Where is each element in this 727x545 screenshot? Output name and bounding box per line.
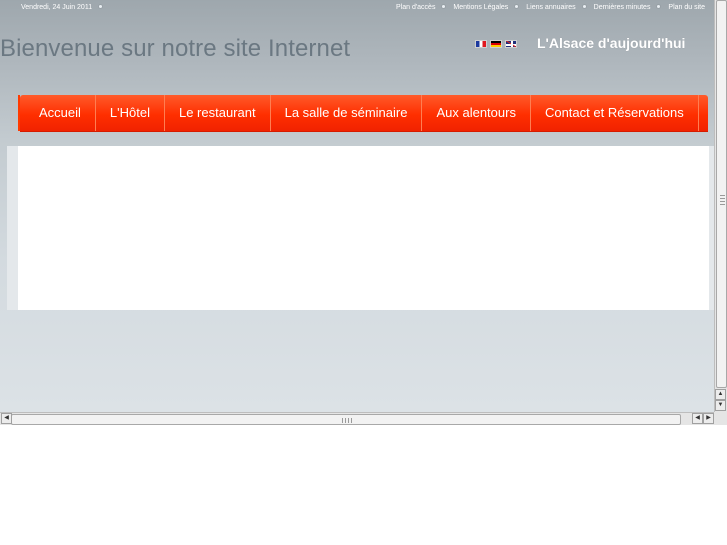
vertical-scrollbar[interactable]	[714, 0, 727, 412]
nav-item-hotel[interactable]: L'Hôtel	[96, 95, 165, 131]
nav-item-salle-seminaire[interactable]: La salle de séminaire	[271, 95, 423, 131]
blank-area	[0, 425, 727, 545]
site-tagline: L'Alsace d'aujourd'hui	[537, 35, 686, 51]
nav-item-accueil[interactable]: Accueil	[25, 95, 96, 131]
top-links: Plan d'accès Mentions Légales Liens annu…	[396, 4, 705, 11]
nav-item-contact[interactable]: Contact et Réservations	[531, 95, 699, 131]
flag-uk-icon[interactable]	[505, 40, 517, 48]
link-plan-du-site[interactable]: Plan du site	[668, 4, 705, 11]
language-selector	[475, 40, 520, 50]
horizontal-scroll-thumb[interactable]	[11, 414, 681, 425]
bullet-icon	[442, 5, 446, 9]
date-display: Vendredi, 24 Juin 2011	[21, 4, 108, 11]
bullet-icon	[657, 5, 661, 9]
flag-de-icon[interactable]	[490, 40, 502, 48]
link-mentions-legales[interactable]: Mentions Légales	[453, 4, 508, 11]
scrollbar-corner	[714, 412, 727, 425]
flag-fr-icon[interactable]	[475, 40, 487, 48]
scroll-left-button[interactable]: ◀	[1, 413, 12, 424]
scroll-left-button-2[interactable]: ◀	[692, 413, 703, 424]
scroll-up-button[interactable]: ▲	[715, 389, 726, 400]
link-plan-acces[interactable]: Plan d'accès	[396, 4, 435, 11]
date-text: Vendredi, 24 Juin 2011	[21, 4, 93, 11]
scroll-right-button[interactable]: ▶	[703, 413, 714, 424]
content-panel	[18, 146, 709, 310]
grip-icon	[342, 418, 354, 423]
nav-item-alentours[interactable]: Aux alentours	[422, 95, 531, 131]
bullet-icon	[582, 5, 586, 9]
link-liens-annuaires[interactable]: Liens annuaires	[526, 4, 575, 11]
link-dernieres-minutes[interactable]: Dernières minutes	[594, 4, 651, 11]
vertical-scroll-thumb[interactable]	[716, 0, 727, 388]
grip-icon	[720, 195, 725, 205]
page-viewport: Vendredi, 24 Juin 2011 Plan d'accès Ment…	[0, 0, 714, 412]
main-navigation: Accueil L'Hôtel Le restaurant La salle d…	[18, 95, 708, 131]
horizontal-scrollbar[interactable]	[0, 412, 727, 425]
scroll-down-button[interactable]: ▼	[715, 400, 726, 411]
page-title: Bienvenue sur notre site Internet	[0, 35, 351, 62]
top-bar: Vendredi, 24 Juin 2011 Plan d'accès Ment…	[0, 0, 714, 16]
bullet-icon	[99, 5, 103, 9]
bullet-icon	[515, 5, 519, 9]
nav-item-restaurant[interactable]: Le restaurant	[165, 95, 271, 131]
